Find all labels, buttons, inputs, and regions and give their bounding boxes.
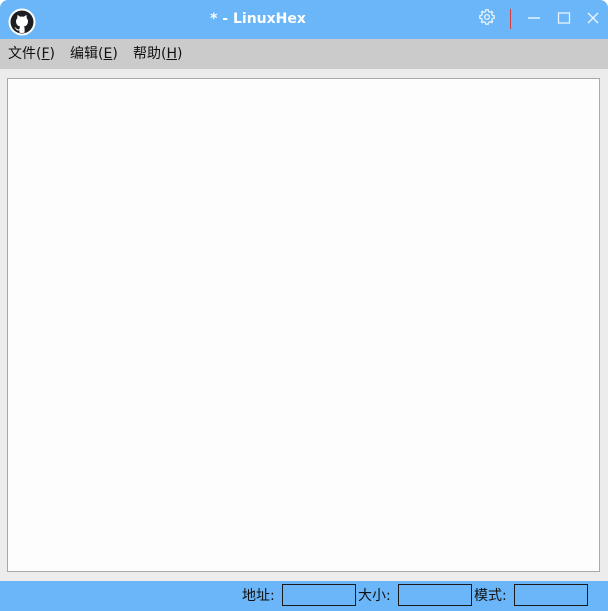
menu-edit-tail: ) (112, 46, 118, 62)
mode-label: 模式: (474, 588, 507, 604)
menu-help-tail: ) (177, 46, 183, 62)
menu-file-tail: ) (49, 46, 55, 62)
maximize-button[interactable] (553, 8, 575, 30)
title-bar[interactable]: * - LinuxHex (0, 0, 608, 39)
settings-button[interactable] (476, 8, 498, 30)
gear-icon (478, 8, 496, 30)
menu-file-label: 文件( (8, 46, 42, 62)
menu-edit-label: 编辑( (70, 46, 104, 62)
close-icon (586, 10, 600, 29)
menu-file[interactable]: 文件(F) (8, 39, 55, 69)
minimize-icon (527, 10, 541, 29)
menu-help-accelerator: H (166, 46, 177, 62)
mode-field[interactable] (514, 584, 588, 606)
address-field[interactable] (282, 584, 356, 606)
status-bar: 地址: 大小: 模式: (0, 581, 608, 611)
menu-help-label: 帮助( (133, 46, 167, 62)
window-title: * - LinuxHex (210, 11, 306, 27)
menu-bar: 文件(F) 编辑(E) 帮助(H) (0, 39, 608, 69)
menu-help[interactable]: 帮助(H) (133, 39, 182, 69)
app-window: * - LinuxHex 文件(F) 编辑(E) 帮助(H) 地址: 大小: 模… (0, 0, 608, 611)
menu-edit-accelerator: E (103, 46, 113, 62)
address-label: 地址: (242, 588, 275, 604)
hex-editor-area[interactable] (7, 78, 600, 572)
menu-file-accelerator: F (41, 46, 50, 62)
menu-edit[interactable]: 编辑(E) (70, 39, 118, 69)
size-label: 大小: (358, 588, 391, 604)
maximize-icon (557, 10, 571, 29)
minimize-button[interactable] (523, 8, 545, 30)
close-button[interactable] (582, 8, 604, 30)
size-field[interactable] (398, 584, 472, 606)
titlebar-separator (510, 9, 511, 29)
